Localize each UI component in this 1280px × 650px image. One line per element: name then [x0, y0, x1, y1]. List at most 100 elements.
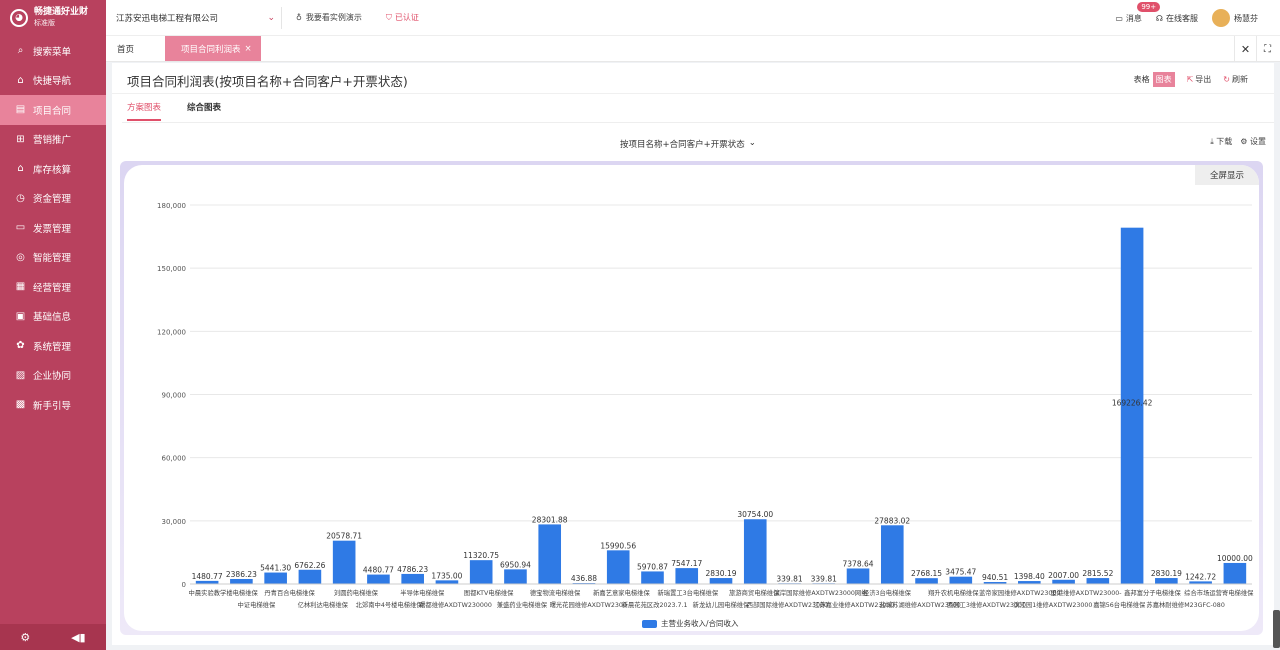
- sidebar-item-6[interactable]: ▭ 发票管理: [0, 213, 106, 243]
- data-label: 2830.19: [705, 569, 736, 578]
- brand[interactable]: ◕ 畅捷通好业财 标准版: [0, 0, 106, 36]
- smart-icon: ◎: [16, 251, 25, 263]
- bar[interactable]: [641, 571, 664, 584]
- bar[interactable]: [880, 525, 904, 584]
- x-tick-label: 滨岸国际维修AXDTW23000网络: [774, 588, 869, 597]
- data-label: 169226.42: [1112, 399, 1153, 408]
- bar[interactable]: [504, 569, 527, 584]
- planet-icon: ♁: [296, 13, 302, 22]
- bar[interactable]: [538, 524, 562, 584]
- view-table-button[interactable]: 表格: [1131, 72, 1153, 87]
- bar[interactable]: [709, 578, 733, 584]
- subtab-scheme-chart[interactable]: 方案图表: [127, 101, 162, 121]
- service-button[interactable]: ☊ 在线客服: [1156, 13, 1198, 24]
- warehouse-icon: ⌂: [17, 163, 24, 175]
- x-tick-label: 旅游商贸电梯维保: [729, 588, 780, 597]
- chart-legend[interactable]: 主营业务收入/合同收入: [642, 618, 739, 629]
- x-tick-label: 新嘉艺意家电梯维保: [593, 588, 650, 597]
- x-tick-label: 德宝物流电梯维保: [530, 588, 581, 597]
- sidebar-item-10[interactable]: ✿ 系统管理: [0, 331, 106, 361]
- bar[interactable]: [949, 576, 973, 584]
- sidebar-item-7[interactable]: ◎ 智能管理: [0, 243, 106, 273]
- group-by-select[interactable]: 按项目名称+合同客户+开票状态 ⌄: [620, 138, 756, 150]
- bar[interactable]: [230, 578, 253, 584]
- gear-icon[interactable]: ⚙: [20, 631, 30, 644]
- bar[interactable]: [435, 580, 459, 584]
- bar[interactable]: [401, 573, 424, 584]
- data-label: 2768.15: [911, 569, 942, 578]
- bar[interactable]: [298, 569, 322, 584]
- bar[interactable]: [1155, 578, 1178, 584]
- message-button[interactable]: ▭ 消息 99+: [1115, 1, 1161, 24]
- sidebar-item-8[interactable]: ▦ 经营管理: [0, 272, 106, 302]
- sidebar-item-label: 搜索菜单: [33, 46, 72, 58]
- demo-label: 我要看实例演示: [305, 13, 362, 22]
- sidebar-item-1[interactable]: ⌂ 快捷导航: [0, 66, 106, 96]
- bar[interactable]: [1223, 562, 1247, 584]
- y-tick-label: 30,000: [162, 518, 187, 526]
- bar[interactable]: [1086, 578, 1110, 584]
- sidebar-item-9[interactable]: ▣ 基础信息: [0, 302, 106, 332]
- bar[interactable]: [915, 578, 938, 584]
- data-label: 2386.23: [226, 570, 257, 579]
- tab-home[interactable]: 首页: [106, 36, 145, 61]
- guide-icon: ▩: [15, 399, 26, 411]
- logo-icon: ◕: [10, 9, 28, 27]
- bar[interactable]: [367, 574, 390, 584]
- data-label: 1735.00: [431, 571, 462, 580]
- data-label: 5441.30: [260, 564, 291, 573]
- sidebar-item-2[interactable]: ▤ 项目合同: [0, 95, 106, 125]
- export-button[interactable]: ⇱ 导出: [1187, 74, 1212, 85]
- scrollbar[interactable]: [1273, 610, 1280, 648]
- sidebar-item-11[interactable]: ▨ 企业协同: [0, 361, 106, 391]
- bar[interactable]: [1052, 579, 1075, 584]
- bar[interactable]: [606, 550, 630, 584]
- bar[interactable]: [846, 568, 870, 584]
- sidebar-item-label: 项目合同: [33, 105, 72, 117]
- sidebar-item-12[interactable]: ▩ 新手引导: [0, 390, 106, 420]
- sidebar-item-5[interactable]: ◷ 资金管理: [0, 184, 106, 214]
- bar[interactable]: [675, 568, 699, 584]
- verified-badge[interactable]: ⛉ 已认证: [386, 12, 419, 23]
- subtab-combined-chart[interactable]: 综合图表: [187, 101, 221, 121]
- expand-icon[interactable]: ⛶: [1256, 36, 1278, 62]
- sidebar-item-4[interactable]: ⌂ 库存核算: [0, 154, 106, 184]
- demo-link[interactable]: ♁ 我要看实例演示: [296, 12, 362, 23]
- data-label: 10000.00: [1217, 554, 1253, 563]
- refresh-button[interactable]: ↻ 刷新: [1223, 74, 1248, 85]
- verified-label: 已认证: [394, 13, 419, 22]
- view-chart-button[interactable]: 图表: [1152, 72, 1175, 87]
- sidebar-item-label: 资金管理: [33, 194, 72, 206]
- company-select[interactable]: 江苏安迅电梯工程有限公司 ⌄: [112, 6, 282, 29]
- close-all-tabs-icon[interactable]: ✕: [1234, 36, 1256, 62]
- data-label: 2007.00: [1048, 571, 1079, 580]
- user-menu[interactable]: 杨慧芬: [1212, 9, 1258, 27]
- x-tick-label: 图都KTV电梯维保: [464, 588, 514, 597]
- tab-contract-profit[interactable]: 项目合同利润表 ×: [165, 36, 261, 61]
- y-tick-label: 0: [182, 581, 186, 589]
- y-tick-label: 150,000: [157, 265, 186, 273]
- x-tick-label: 中证电梯维保: [237, 600, 275, 609]
- bar[interactable]: [469, 560, 493, 584]
- main-content: 项目合同利润表(按项目名称+合同客户+开票状态) 表格 图表 ⇱ 导出 ↻ 刷新…: [112, 63, 1274, 645]
- x-tick-label: 新龙幼儿园电梯维保: [693, 600, 750, 609]
- sidebar-item-0[interactable]: ⌕ 搜索菜单: [0, 36, 106, 66]
- sidebar-item-3[interactable]: ⊞ 营销推广: [0, 125, 106, 155]
- x-tick-label: 新瑞置工3台电梯维保: [657, 588, 718, 597]
- sidebar-item-label: 新手引导: [33, 400, 72, 412]
- x-tick-label: 经济3台电梯维保: [863, 588, 912, 597]
- x-tick-label: 北郊南中4号楼电梯维保: [356, 600, 424, 609]
- legend-label: 主营业务收入/合同收入: [661, 619, 739, 628]
- sidebar-item-label: 系统管理: [33, 341, 72, 353]
- collapse-icon[interactable]: ◀▮: [71, 631, 86, 644]
- data-label: 4480.77: [363, 566, 394, 575]
- data-label: 2830.19: [1151, 569, 1182, 578]
- settings-button[interactable]: ⚙ 设置: [1240, 136, 1266, 147]
- y-tick-label: 60,000: [162, 455, 187, 463]
- x-tick-label: 翔升农机电梯维保: [928, 588, 979, 597]
- tab-close-icon[interactable]: ×: [245, 44, 252, 54]
- bar[interactable]: [264, 572, 287, 584]
- download-button[interactable]: ⤓ 下载: [1210, 136, 1232, 147]
- bar[interactable]: [743, 519, 767, 584]
- bar[interactable]: [332, 540, 356, 584]
